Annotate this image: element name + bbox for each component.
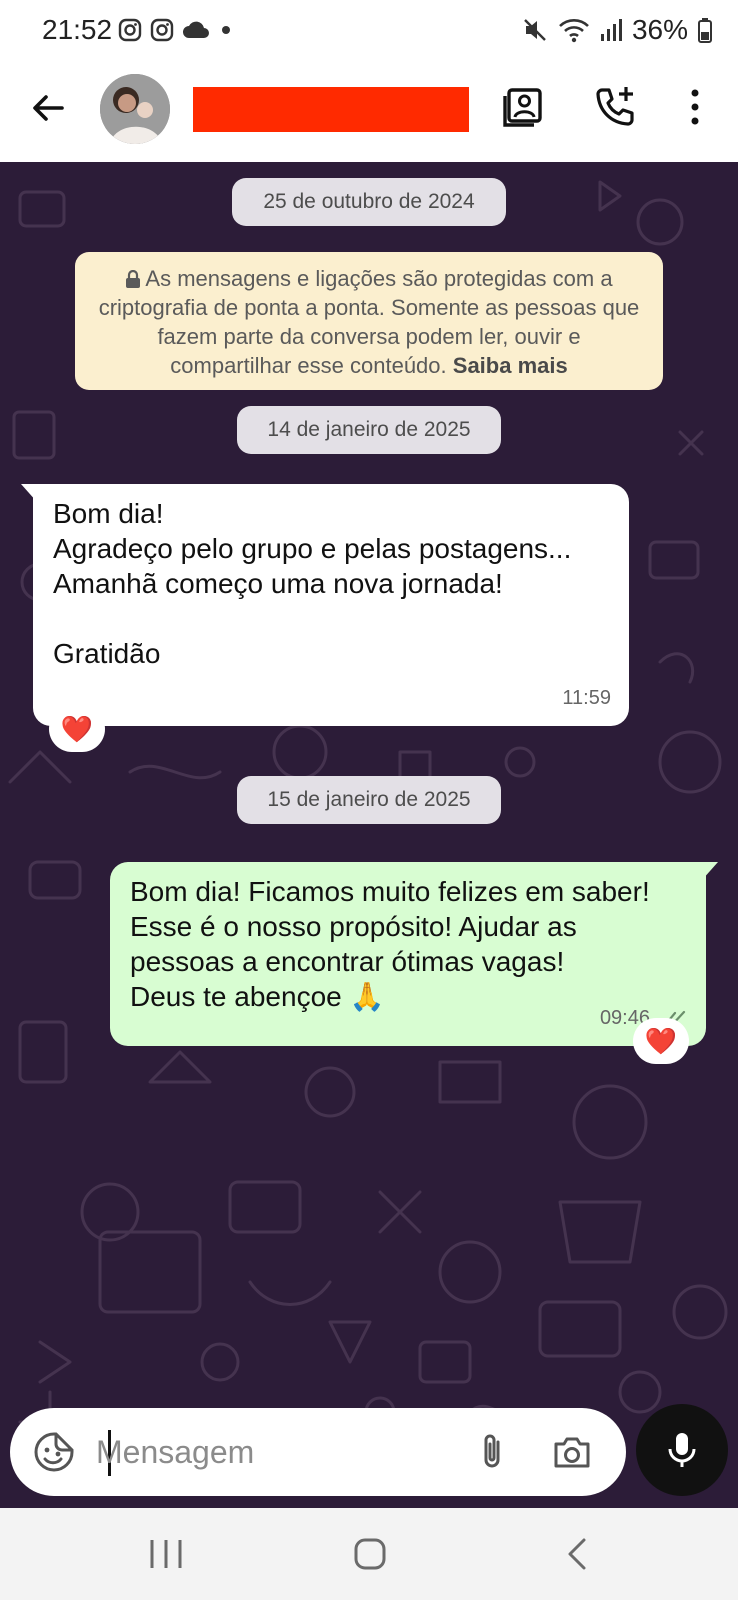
heart-reaction: ❤️: [60, 713, 94, 744]
system-nav-bar: [0, 1508, 738, 1600]
reaction-badge[interactable]: ❤️: [49, 706, 105, 752]
attach-icon[interactable]: [470, 1430, 514, 1474]
message-input-pill: [10, 1408, 626, 1496]
camera-icon[interactable]: [550, 1430, 594, 1474]
dot-icon: [222, 26, 230, 34]
signal-icon: [600, 19, 622, 41]
sticker-icon[interactable]: [32, 1430, 76, 1474]
heart-reaction: ❤️: [644, 1025, 678, 1056]
outgoing-message[interactable]: Bom dia! Ficamos muito felizes em saber!…: [110, 862, 718, 1046]
lock-icon: [126, 270, 141, 288]
instagram-icon: [150, 18, 174, 42]
more-vert-icon[interactable]: [672, 84, 718, 130]
bubble-tail: [702, 862, 718, 880]
incoming-message[interactable]: Bom dia! Agradeço pelo grupo e pelas pos…: [21, 484, 629, 726]
date-chip: 25 de outubro de 2024: [232, 178, 506, 226]
chat-area[interactable]: 25 de outubro de 2024 As mensagens e lig…: [0, 162, 738, 1508]
reaction-badge[interactable]: ❤️: [633, 1018, 689, 1064]
battery-icon: [698, 18, 712, 43]
recent-apps-icon[interactable]: [146, 1536, 186, 1572]
back-icon[interactable]: [558, 1536, 598, 1572]
learn-more-link[interactable]: Saiba mais: [453, 353, 568, 378]
message-input[interactable]: [96, 1428, 436, 1476]
cloud-icon: [183, 21, 209, 38]
back-arrow-icon[interactable]: [26, 86, 70, 130]
status-bar: 21:52 36%: [0, 0, 738, 62]
wifi-icon: [559, 19, 589, 43]
date-chip: 15 de janeiro de 2025: [237, 776, 501, 824]
status-time: 21:52: [42, 14, 113, 45]
date-chip: 14 de janeiro de 2025: [237, 406, 501, 454]
chat-header: [0, 62, 738, 162]
mute-icon: [524, 19, 546, 41]
message-time: 11:59: [562, 687, 611, 709]
battery-percent: 36%: [631, 14, 688, 45]
add-call-icon[interactable]: [593, 84, 639, 130]
notification-icons: [118, 18, 234, 42]
contact-card-icon[interactable]: [500, 84, 546, 130]
avatar[interactable]: [100, 74, 170, 144]
message-text: Bom dia! Ficamos muito felizes em saber!…: [130, 876, 650, 1012]
mic-icon: [668, 1433, 696, 1467]
mic-button[interactable]: [636, 1404, 728, 1496]
home-icon[interactable]: [350, 1536, 390, 1572]
contact-name[interactable]: [193, 87, 469, 132]
encryption-notice[interactable]: As mensagens e ligações são protegidas c…: [75, 252, 663, 390]
instagram-icon: [118, 18, 142, 42]
message-text: Bom dia! Agradeço pelo grupo e pelas pos…: [53, 498, 572, 669]
bubble-tail: [21, 484, 37, 502]
composer: [0, 1400, 738, 1508]
